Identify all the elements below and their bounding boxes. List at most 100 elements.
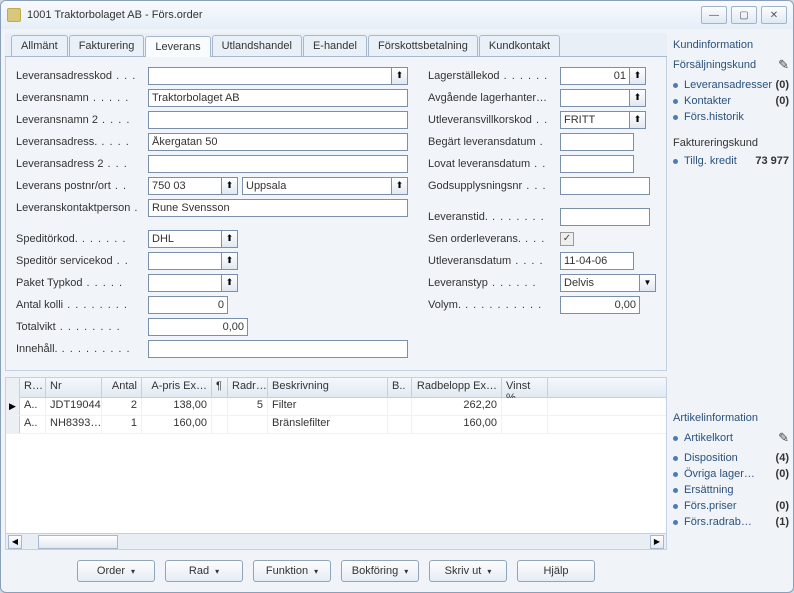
lookup-icon[interactable]: ⬆ [222,230,238,248]
grid-cell[interactable]: 1 [102,416,142,433]
grid-body[interactable]: ▶A..JDT190442138,00 5Filter 262,20 A..NH839… [6,398,666,533]
grid-cell[interactable]: Bränslefilter [268,416,388,433]
tab-leverans[interactable]: Leverans [145,36,210,57]
hjälp-button[interactable]: Hjälp [517,560,595,582]
grid-cell[interactable]: A.. [20,398,46,415]
grid-col-header[interactable]: Radr… [228,378,268,397]
table-row[interactable]: A..NH8393…1160,00Bränslefilter160,00 [6,416,666,434]
utleveransdatum-input[interactable] [560,252,634,270]
info-link[interactable]: Disposition [684,452,776,464]
volym-input[interactable] [560,296,640,314]
lookup-icon[interactable]: ⬆ [392,67,408,85]
info-link[interactable]: Ersättning [684,484,789,496]
maximize-button[interactable]: ▢ [731,6,757,24]
leveranstyp-input[interactable] [560,274,640,292]
dropdown-icon[interactable]: ▼ [640,274,656,292]
artikelkort-link[interactable]: Artikelkort [684,432,778,444]
leveransadresskod-input[interactable] [148,67,392,85]
skriv ut-button[interactable]: Skriv ut [429,560,507,582]
grid-cell[interactable]: 160,00 [412,416,502,433]
minimize-button[interactable]: — [701,6,727,24]
leveranstid-input[interactable] [560,208,650,226]
grid-cell[interactable] [212,416,228,433]
grid-cell[interactable]: JDT19044 [46,398,102,415]
grid-col-header[interactable]: ¶ [212,378,228,397]
tab-e-handel[interactable]: E-handel [303,35,367,56]
grid-col-header[interactable]: R… [20,378,46,397]
grid-col-header[interactable]: Beskrivning [268,378,388,397]
row-selector[interactable]: ▶ [6,398,20,415]
totalvikt-input[interactable] [148,318,248,336]
grid-cell[interactable] [502,398,548,415]
pakettyp-input[interactable] [148,274,222,292]
avgaende-input[interactable] [560,89,630,107]
scroll-left-icon[interactable]: ◀ [8,535,22,549]
postnr-input[interactable] [148,177,222,195]
lookup-icon[interactable]: ⬆ [630,111,646,129]
close-button[interactable]: ✕ [761,6,787,24]
tab-förskottsbetalning[interactable]: Förskottsbetalning [368,35,478,56]
grid-cell[interactable]: NH8393… [46,416,102,433]
grid-cell[interactable] [388,416,412,433]
info-link[interactable]: Förs.historik [684,111,789,123]
funktion-button[interactable]: Funktion [253,560,331,582]
grid-cell[interactable]: 2 [102,398,142,415]
order-button[interactable]: Order [77,560,155,582]
grid-col-header[interactable]: A-pris Ex… [142,378,212,397]
rad-button[interactable]: Rad [165,560,243,582]
info-link[interactable]: Kontakter [684,95,776,107]
grid-col-header[interactable]: Radbelopp Ex… [412,378,502,397]
godsupplysning-input[interactable] [560,177,650,195]
edit-icon[interactable]: ✎ [778,430,789,446]
grid-cell[interactable] [388,398,412,415]
lookup-icon[interactable]: ⬆ [392,177,408,195]
speditor-input[interactable] [148,230,222,248]
grid-cell[interactable]: Filter [268,398,388,415]
table-row[interactable]: ▶A..JDT190442138,00 5Filter 262,20 [6,398,666,416]
utleveransvillkor-input[interactable] [560,111,630,129]
senorder-checkbox[interactable]: ✓ [560,232,574,246]
grid-cell[interactable]: A.. [20,416,46,433]
info-link[interactable]: Leveransadresser [684,79,776,91]
grid-col-header[interactable]: Antal [102,378,142,397]
lookup-icon[interactable]: ⬆ [222,177,238,195]
innehall-input[interactable] [148,340,408,358]
kredit-link[interactable]: Tillg. kredit [684,155,755,167]
antalkolli-input[interactable] [148,296,228,314]
tab-fakturering[interactable]: Fakturering [69,35,145,56]
lagerstallekod-input[interactable] [560,67,630,85]
scroll-thumb[interactable] [38,535,118,549]
lookup-icon[interactable]: ⬆ [222,252,238,270]
grid-cell[interactable] [212,398,228,415]
grid-cell[interactable]: 262,20 [412,398,502,415]
edit-icon[interactable]: ✎ [778,57,789,73]
lookup-icon[interactable]: ⬆ [630,67,646,85]
bokföring-button[interactable]: Bokföring [341,560,419,582]
tab-utlandshandel[interactable]: Utlandshandel [212,35,302,56]
lovatdatum-input[interactable] [560,155,634,173]
horizontal-scrollbar[interactable]: ◀ ▶ [6,533,666,549]
tab-kundkontakt[interactable]: Kundkontakt [479,35,560,56]
grid-col-header[interactable]: Vinst % [502,378,548,397]
grid-cell[interactable]: 160,00 [142,416,212,433]
begartdatum-input[interactable] [560,133,634,151]
leveransadress-input[interactable] [148,133,408,151]
info-link[interactable]: Förs.priser [684,500,776,512]
grid-col-header[interactable]: B.. [388,378,412,397]
row-selector[interactable] [6,416,20,433]
kontaktperson-input[interactable] [148,199,408,217]
lookup-icon[interactable]: ⬆ [222,274,238,292]
forsaljningskund-link[interactable]: Försäljningskund [673,59,778,71]
scroll-right-icon[interactable]: ▶ [650,535,664,549]
speditorservice-input[interactable] [148,252,222,270]
lookup-icon[interactable]: ⬆ [630,89,646,107]
grid-cell[interactable]: 138,00 [142,398,212,415]
leveransnamn2-input[interactable] [148,111,408,129]
ort-input[interactable] [242,177,392,195]
grid-cell[interactable]: 5 [228,398,268,415]
info-link[interactable]: Övriga lager… [684,468,776,480]
grid-cell[interactable] [228,416,268,433]
tab-allmänt[interactable]: Allmänt [11,35,68,56]
info-link[interactable]: Förs.radrab… [684,516,776,528]
leveransnamn-input[interactable] [148,89,408,107]
